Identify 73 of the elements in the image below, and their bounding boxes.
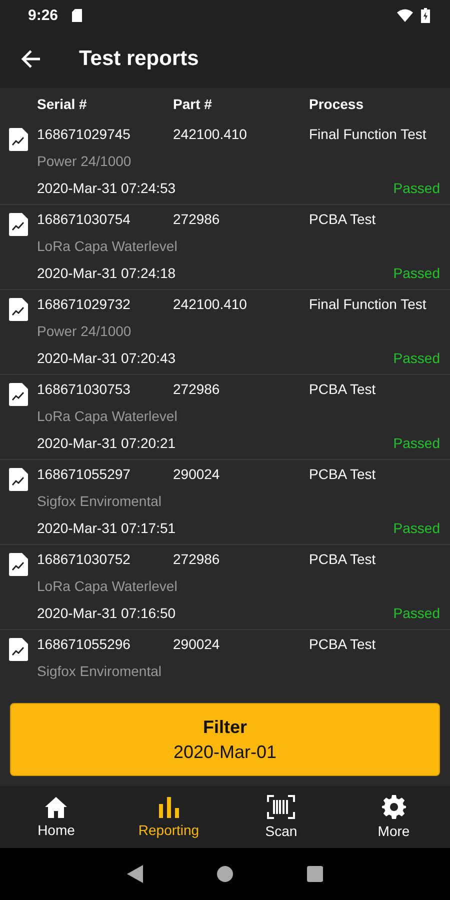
nav-tab[interactable]: Scan: [225, 786, 338, 848]
timestamp: 2020-Mar-31 07:16:50: [37, 605, 176, 621]
column-header: Part #: [173, 96, 213, 112]
battery-icon: [421, 8, 430, 22]
part-number: 242100.410: [173, 296, 248, 312]
result-status: Passed: [393, 435, 440, 451]
result-status: Passed: [393, 350, 440, 366]
serial-number: 168671055297: [37, 466, 132, 482]
wifi-icon: [397, 8, 413, 22]
report-row[interactable]: 168671055297 290024 PCBA Test Sigfox Enviromental 2020-Mar-31 07:17:51 Passed: [0, 460, 450, 545]
result-status: Passed: [393, 605, 440, 621]
part-number: 272986: [173, 381, 221, 397]
bar-chart-icon: [158, 796, 180, 818]
part-number: 290024: [173, 636, 221, 652]
product-name: LoRa Capa Waterlevel: [37, 578, 178, 594]
timestamp: 2020-Mar-31 07:20:21: [37, 435, 176, 451]
home-nav-icon[interactable]: [217, 866, 233, 882]
column-header: Process: [309, 96, 364, 112]
process-name: Final Function Test: [309, 296, 426, 312]
result-status: Passed: [393, 520, 440, 536]
process-name: PCBA Test: [309, 466, 376, 482]
serial-number: 168671029745: [37, 126, 132, 142]
process-name: Final Function Test: [309, 126, 426, 142]
chart-document-icon: [9, 638, 28, 661]
sd-card-icon: [72, 8, 82, 22]
nav-tab[interactable]: More: [338, 786, 450, 848]
product-name: LoRa Capa Waterlevel: [37, 408, 178, 424]
report-row[interactable]: 168671030753 272986 PCBA Test LoRa Capa Waterlevel 2020-Mar-31 07:20:21 Passed: [0, 375, 450, 460]
process-name: PCBA Test: [309, 211, 376, 227]
result-status: Passed: [393, 265, 440, 281]
home-icon: [44, 796, 68, 818]
timestamp: 2020-Mar-31 07:24:53: [37, 180, 176, 196]
product-name: Power 24/1000: [37, 153, 132, 169]
chart-document-icon: [9, 213, 28, 236]
report-row[interactable]: 168671029732 242100.410 Final Function Test Power 24/1000 2020-Mar-31 07:20:43 Passed: [0, 290, 450, 375]
process-name: PCBA Test: [309, 381, 376, 397]
nav-tab[interactable]: Home: [0, 786, 112, 848]
report-row[interactable]: 168671030754 272986 PCBA Test LoRa Capa Waterlevel 2020-Mar-31 07:24:18 Passed: [0, 205, 450, 290]
status-time: 9:26: [28, 6, 58, 24]
process-name: PCBA Test: [309, 551, 376, 567]
product-name: Sigfox Enviromental: [37, 493, 162, 509]
serial-number: 168671055296: [37, 636, 132, 652]
process-name: PCBA Test: [309, 636, 376, 652]
column-header: Serial #: [37, 96, 88, 112]
product-name: LoRa Capa Waterlevel: [37, 238, 178, 254]
product-name: Sigfox Enviromental: [37, 663, 162, 679]
chart-document-icon: [9, 468, 28, 491]
timestamp: 2020-Mar-31 07:17:51: [37, 520, 176, 536]
chart-document-icon: [9, 553, 28, 576]
barcode-scan-icon: [267, 795, 296, 819]
report-row[interactable]: 168671030752 272986 PCBA Test LoRa Capa Waterlevel 2020-Mar-31 07:16:50 Passed: [0, 545, 450, 630]
back-icon[interactable]: [21, 50, 41, 68]
settings-icon: [382, 795, 406, 819]
serial-number: 168671030752: [37, 551, 132, 567]
serial-number: 168671029732: [37, 296, 132, 312]
timestamp: 2020-Mar-31 07:24:18: [37, 265, 176, 281]
screen-title: Test reports: [79, 47, 199, 71]
serial-number: 168671030753: [37, 381, 132, 397]
chart-document-icon: [9, 298, 28, 321]
result-status: Passed: [393, 180, 440, 196]
part-number: 272986: [173, 551, 221, 567]
product-name: Power 24/1000: [37, 323, 132, 339]
chart-document-icon: [9, 128, 28, 151]
part-number: 242100.410: [173, 126, 248, 142]
filter-button[interactable]: Filter 2020-Mar-01: [10, 703, 440, 776]
back-nav-icon[interactable]: [127, 865, 143, 883]
chart-document-icon: [9, 383, 28, 406]
timestamp: 2020-Mar-31 07:20:43: [37, 350, 176, 366]
nav-tab[interactable]: Reporting: [112, 786, 225, 848]
part-number: 290024: [173, 466, 221, 482]
part-number: 272986: [173, 211, 221, 227]
serial-number: 168671030754: [37, 211, 132, 227]
report-row[interactable]: 168671029745 242100.410 Final Function Test Power 24/1000 2020-Mar-31 07:24:53 Passed: [0, 120, 450, 205]
